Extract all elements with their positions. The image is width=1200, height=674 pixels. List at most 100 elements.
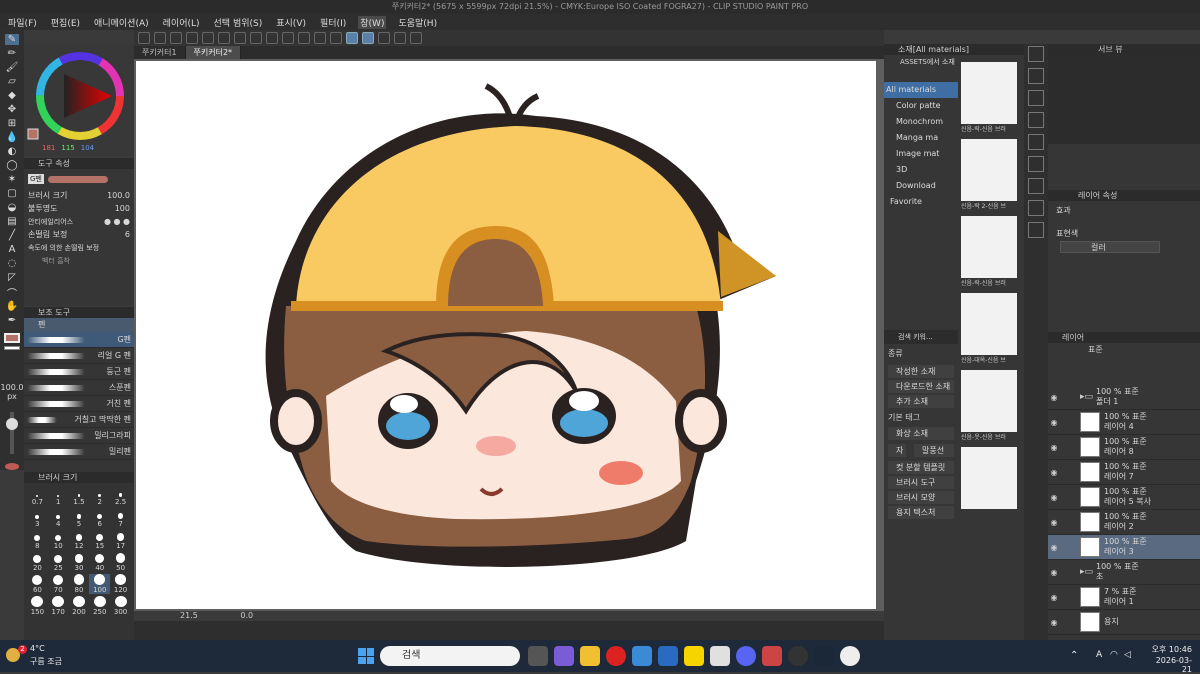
search-field[interactable]: 검색 키워... bbox=[884, 330, 958, 344]
file-explorer-icon[interactable] bbox=[580, 646, 600, 666]
menu-file[interactable]: 파일(F) bbox=[6, 16, 39, 29]
brush-size-cell[interactable]: 17 bbox=[110, 530, 131, 550]
material-icon[interactable] bbox=[1028, 178, 1044, 194]
layer-row[interactable]: ◉ 용지 bbox=[1048, 610, 1200, 635]
mail-icon[interactable] bbox=[658, 646, 678, 666]
windows-start-icon[interactable] bbox=[358, 648, 374, 664]
menu-window[interactable]: 창(W) bbox=[358, 15, 387, 29]
brush-size-cell[interactable]: 2 bbox=[89, 486, 110, 506]
taskbar-search[interactable]: 검색 bbox=[380, 646, 520, 666]
menu-help[interactable]: 도움말(H) bbox=[396, 16, 439, 29]
brush-size-row[interactable]: 브러시 크기 100.0 bbox=[24, 189, 134, 202]
save-icon[interactable] bbox=[170, 32, 182, 44]
magic-wand-tool-icon[interactable]: ✶ bbox=[5, 174, 19, 185]
layer-row[interactable]: ◉ 100 % 표준 레이어 3 bbox=[1048, 535, 1200, 560]
select-tool-icon[interactable]: ▢ bbox=[5, 188, 19, 199]
line-tool-icon[interactable]: ╱ bbox=[5, 230, 19, 241]
snap-ruler-icon[interactable] bbox=[346, 32, 358, 44]
color-wheel[interactable] bbox=[24, 44, 134, 156]
navigator-icon[interactable] bbox=[1028, 46, 1044, 62]
tag-button[interactable]: 추가 소재 bbox=[888, 395, 954, 408]
material-icon[interactable] bbox=[1028, 156, 1044, 172]
menu-filter[interactable]: 필터(I) bbox=[318, 16, 348, 29]
tag-button[interactable]: 용지 텍스처 bbox=[888, 506, 954, 519]
hand-tool-icon[interactable]: ✋ bbox=[5, 301, 19, 312]
layer-row[interactable]: ◉ 100 % 표준 레이어 2 bbox=[1048, 510, 1200, 535]
subtool-item[interactable]: 밀리펜 bbox=[24, 444, 134, 460]
print-icon[interactable] bbox=[202, 32, 214, 44]
size-slider[interactable] bbox=[6, 412, 18, 455]
material-icon[interactable] bbox=[1028, 200, 1044, 216]
tag-button[interactable]: 브러시 모양 bbox=[888, 491, 954, 504]
move-tool-icon[interactable]: ✥ bbox=[5, 104, 19, 115]
brush-size-cell[interactable]: 1.5 bbox=[69, 486, 90, 506]
tree-item[interactable]: Download bbox=[884, 178, 958, 194]
blend-mode-select[interactable]: 표준 bbox=[1048, 343, 1200, 357]
tag-button[interactable]: 작성한 소재 bbox=[888, 365, 954, 378]
brush-size-cell[interactable]: 6 bbox=[89, 508, 110, 528]
snap-special-ruler-icon[interactable] bbox=[362, 32, 374, 44]
doc-tab-active[interactable]: 쭈키커터2* bbox=[185, 46, 242, 59]
frame-tool-icon[interactable]: ◸ bbox=[5, 272, 19, 283]
help-icon[interactable] bbox=[410, 32, 422, 44]
doc-tab[interactable]: 쭈키커터1 bbox=[134, 46, 186, 59]
eye-icon[interactable]: ◉ bbox=[1048, 393, 1060, 402]
layer-row[interactable]: ◉ ▸▭ 100 % 표준 초 bbox=[1048, 560, 1200, 585]
angle-value[interactable]: 0.0 bbox=[240, 611, 253, 620]
layer-row[interactable]: ◉ 100 % 표준 레이어 7 bbox=[1048, 460, 1200, 485]
task-view-icon[interactable] bbox=[528, 646, 548, 666]
vector-row[interactable]: 벡터 흡착 bbox=[24, 254, 134, 267]
balloon-tool-icon[interactable]: ◌ bbox=[5, 258, 19, 269]
gradient-tool-icon[interactable]: ▤ bbox=[5, 216, 19, 227]
brush-size-cell[interactable]: 30 bbox=[69, 552, 90, 572]
brush-size-cell[interactable]: 40 bbox=[89, 552, 110, 572]
speed-stab-row[interactable]: 속도에 의한 손떨림 보정 bbox=[24, 241, 134, 254]
blend-tool-icon[interactable]: 💧 bbox=[5, 132, 19, 143]
layer-row[interactable]: ◉ ▸▭ 100 % 표준 폴더 1 bbox=[1048, 385, 1200, 410]
canvas-area[interactable] bbox=[134, 59, 884, 611]
redo-icon[interactable] bbox=[234, 32, 246, 44]
menu-animation[interactable]: 애니메이션(A) bbox=[92, 16, 151, 29]
tag-button[interactable]: 화상 소재 bbox=[888, 427, 954, 440]
tree-item[interactable]: 3D bbox=[884, 162, 958, 178]
clip-studio-icon[interactable] bbox=[840, 646, 860, 666]
material-thumb[interactable] bbox=[961, 293, 1017, 355]
brush-size-cell[interactable]: 70 bbox=[48, 574, 69, 594]
store-icon[interactable] bbox=[632, 646, 652, 666]
text-tool-icon[interactable]: A bbox=[5, 244, 19, 255]
eye-icon[interactable]: ◉ bbox=[1048, 518, 1060, 527]
steam-icon[interactable] bbox=[814, 646, 834, 666]
main-color-swatch[interactable] bbox=[4, 333, 20, 343]
material-thumb[interactable] bbox=[961, 447, 1017, 509]
discord-icon[interactable] bbox=[736, 646, 756, 666]
kakaotalk-icon[interactable] bbox=[684, 646, 704, 666]
opacity-row[interactable]: 불투명도 100 bbox=[24, 202, 134, 215]
new-icon[interactable] bbox=[138, 32, 150, 44]
menu-selection[interactable]: 선택 범위(S) bbox=[212, 16, 265, 29]
undo-icon[interactable] bbox=[218, 32, 230, 44]
tree-item[interactable]: Manga ma bbox=[884, 130, 958, 146]
menu-layer[interactable]: 레이어(L) bbox=[161, 16, 202, 29]
brush-size-cell[interactable]: 2.5 bbox=[110, 486, 131, 506]
export-icon[interactable] bbox=[186, 32, 198, 44]
material-icon[interactable] bbox=[1028, 222, 1044, 238]
crop-icon[interactable] bbox=[282, 32, 294, 44]
tree-all-materials[interactable]: All materials bbox=[884, 82, 958, 98]
subtool-item[interactable]: 스푼펜 bbox=[24, 380, 134, 396]
brush-size-cell[interactable]: 3 bbox=[27, 508, 48, 528]
brush-size-cell[interactable]: 0.7 bbox=[27, 486, 48, 506]
eye-icon[interactable]: ◉ bbox=[1048, 568, 1060, 577]
layer-row[interactable]: ◉ 100 % 표준 레이어 5 복사 bbox=[1048, 485, 1200, 510]
obs-icon[interactable] bbox=[788, 646, 808, 666]
brush-size-cell[interactable]: 50 bbox=[110, 552, 131, 572]
tray-chevron-icon[interactable]: ⌃ bbox=[1070, 650, 1078, 661]
eye-icon[interactable]: ◉ bbox=[1048, 618, 1060, 627]
layer-row[interactable]: ◉ 100 % 표준 레이어 8 bbox=[1048, 435, 1200, 460]
material-icon[interactable] bbox=[1028, 68, 1044, 84]
tree-favorite[interactable]: Favorite bbox=[884, 194, 958, 210]
material-thumb[interactable] bbox=[961, 216, 1017, 278]
material-icon[interactable] bbox=[1028, 134, 1044, 150]
subtool-group[interactable]: 펜 bbox=[24, 318, 134, 332]
deselect-icon[interactable] bbox=[298, 32, 310, 44]
brush-size-cell[interactable]: 200 bbox=[69, 596, 90, 616]
